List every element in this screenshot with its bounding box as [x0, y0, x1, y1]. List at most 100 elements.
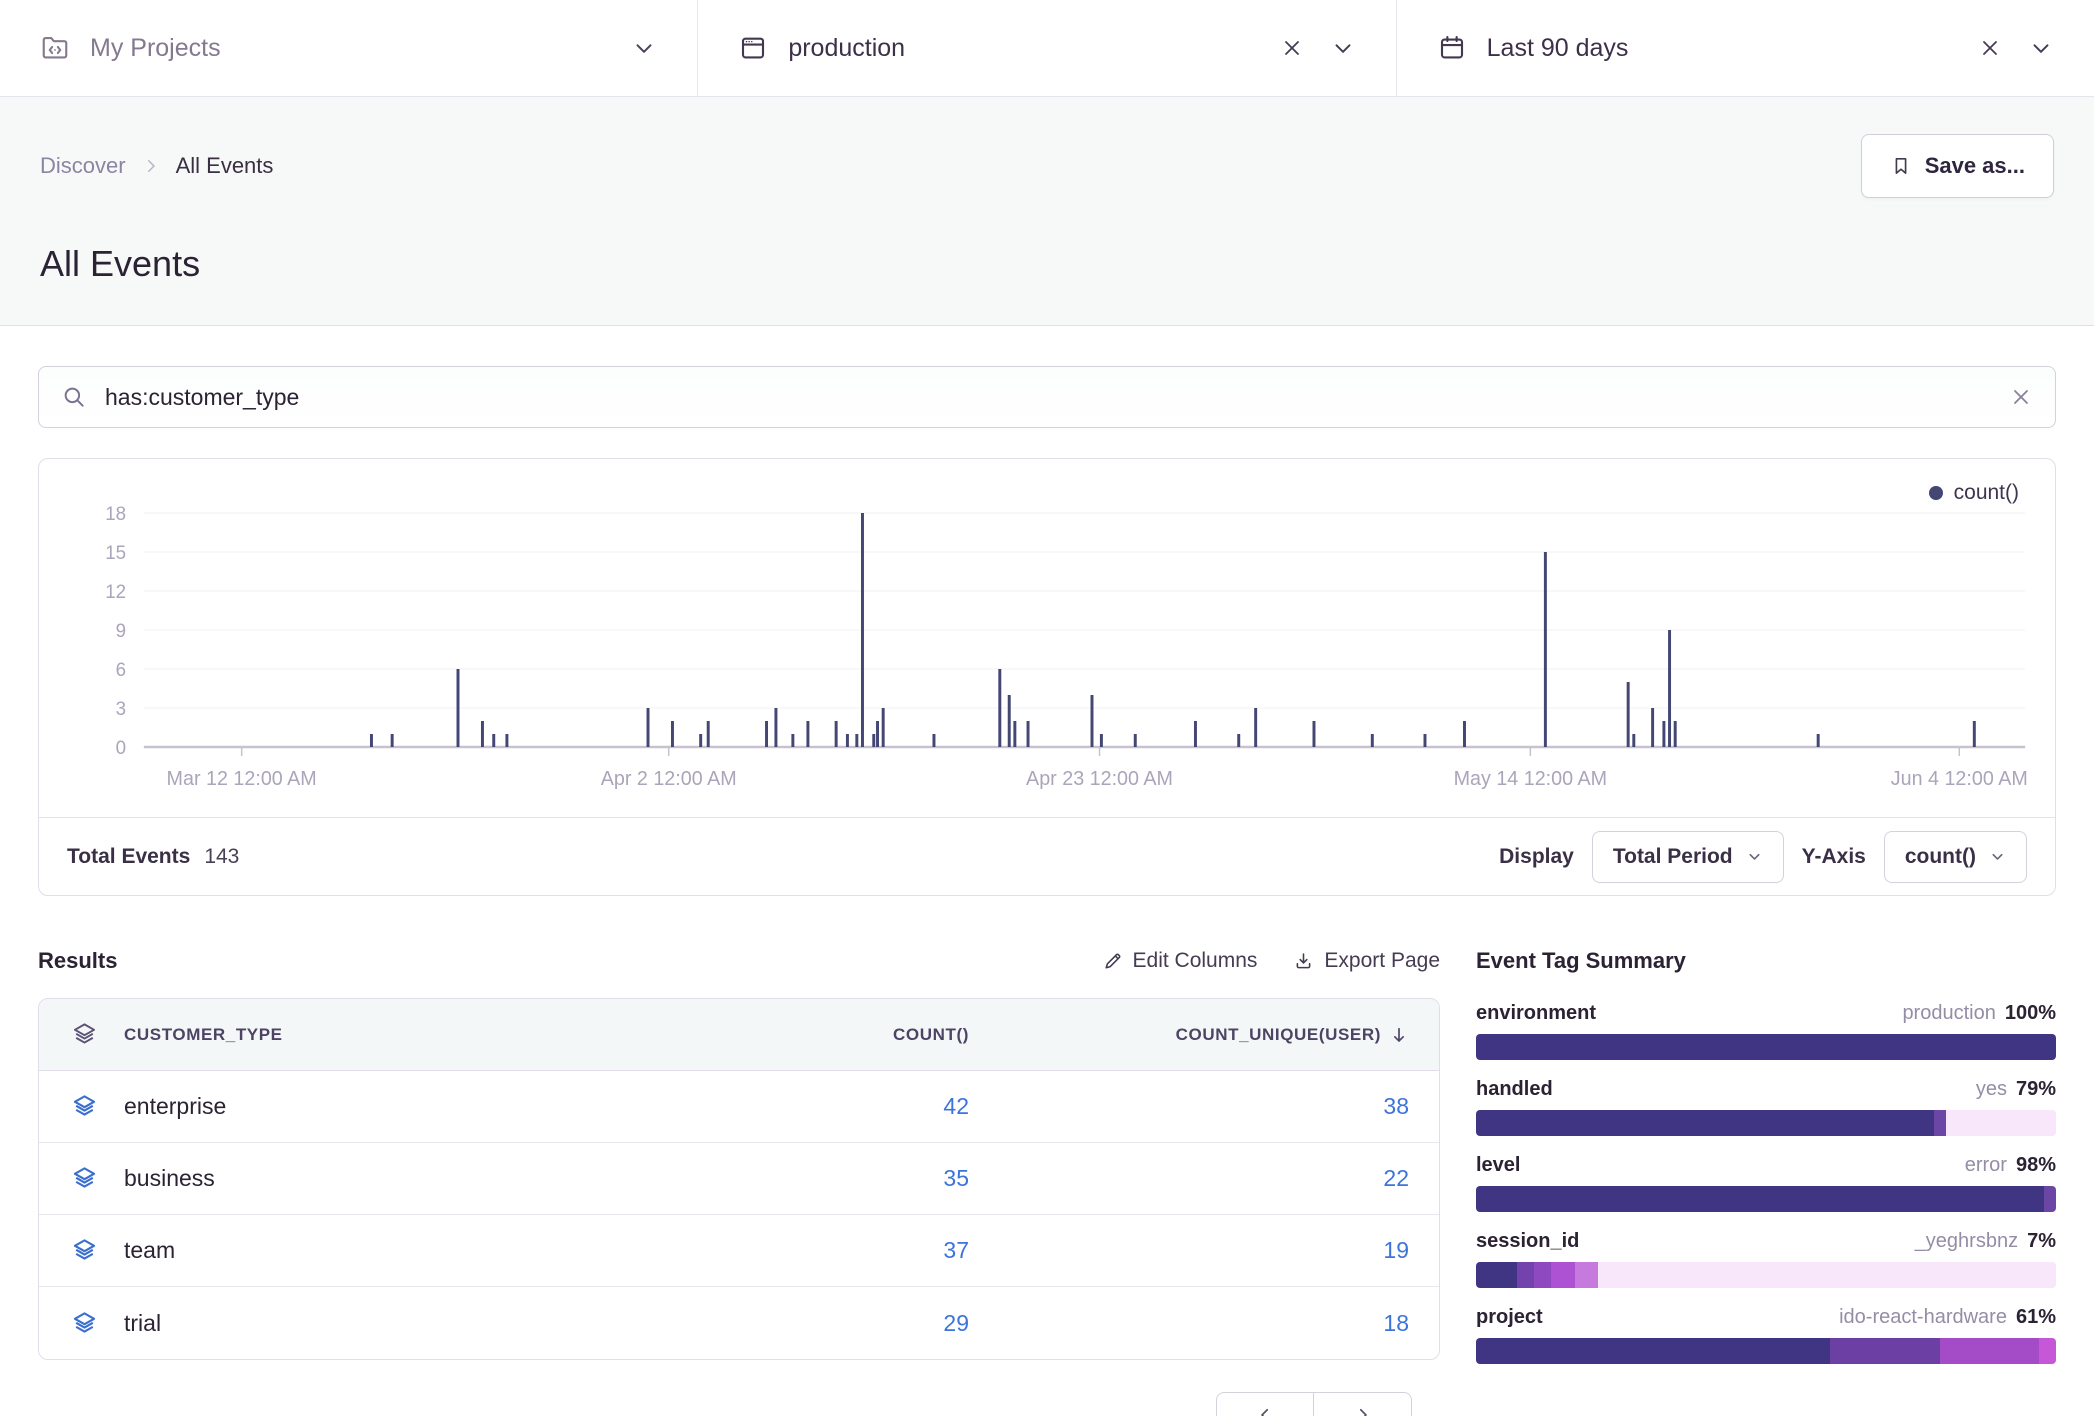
- table-row: trial 29 18: [39, 1287, 1439, 1359]
- count-unique-cell[interactable]: 22: [1383, 1165, 1409, 1192]
- total-events-value: 143: [204, 845, 239, 869]
- tag-bar-segment: [1534, 1262, 1551, 1288]
- save-as-button[interactable]: Save as...: [1861, 134, 2054, 198]
- save-as-label: Save as...: [1925, 153, 2025, 179]
- tag-name: session_id: [1476, 1230, 1579, 1253]
- customer-type-cell: trial: [124, 1310, 161, 1337]
- svg-text:15: 15: [105, 542, 126, 563]
- chevron-down-icon: [1989, 848, 2006, 865]
- bookmark-icon: [1890, 155, 1912, 177]
- count-cell[interactable]: 42: [943, 1093, 969, 1120]
- tag-distribution-bar[interactable]: [1476, 1186, 2056, 1212]
- count-unique-cell[interactable]: 18: [1383, 1310, 1409, 1337]
- tag-bar-segment: [2039, 1338, 2056, 1364]
- svg-text:May 14 12:00 AM: May 14 12:00 AM: [1454, 768, 1607, 790]
- chevron-down-icon[interactable]: [1330, 35, 1356, 61]
- chevron-down-icon: [1746, 848, 1763, 865]
- tag-group-handled: handled yes 79%: [1476, 1078, 2056, 1136]
- environment-selector-label: production: [788, 34, 905, 63]
- pagination: [38, 1392, 1440, 1416]
- chart-footer: Total Events 143 Display Total Period Y-…: [39, 817, 2055, 895]
- count-unique-cell[interactable]: 38: [1383, 1093, 1409, 1120]
- customer-type-cell: business: [124, 1165, 215, 1192]
- tag-group-session-id: session_id _yeghrsbnz 7%: [1476, 1230, 2056, 1288]
- environment-selector[interactable]: production: [698, 0, 1395, 96]
- tag-distribution-bar[interactable]: [1476, 1110, 2056, 1136]
- legend-series-dot: [1929, 486, 1943, 500]
- customer-type-cell: team: [124, 1237, 175, 1264]
- events-chart-card: count() 0369121518Mar 12 12:00 AMApr 2 1…: [38, 458, 2056, 896]
- results-heading: Results: [38, 948, 117, 974]
- tag-bar-remainder: [1598, 1262, 2056, 1288]
- display-dropdown-value: Total Period: [1613, 845, 1733, 869]
- column-header-customer-type[interactable]: CUSTOMER_TYPE: [124, 1025, 283, 1045]
- top-bar: My Projects production: [0, 0, 2094, 97]
- tag-name: environment: [1476, 1002, 1596, 1025]
- projects-folder-icon: [40, 33, 70, 63]
- tag-percent: 100%: [2005, 1002, 2056, 1025]
- pagination-next-button[interactable]: [1314, 1392, 1412, 1416]
- tag-bar-segment: [1517, 1262, 1534, 1288]
- export-page-label: Export Page: [1324, 949, 1440, 973]
- layers-icon: [71, 1165, 98, 1192]
- pencil-icon: [1102, 951, 1123, 972]
- tag-top-value: ido-react-hardware: [1839, 1306, 2007, 1329]
- tag-top-value: error: [1965, 1154, 2007, 1177]
- tag-bar-segment: [1476, 1186, 2044, 1212]
- count-cell[interactable]: 37: [943, 1237, 969, 1264]
- tag-bar-segment: [1476, 1338, 1830, 1364]
- tag-name: project: [1476, 1306, 1543, 1329]
- layers-icon: [71, 1237, 98, 1264]
- search-input[interactable]: [105, 384, 1991, 411]
- window-icon: [738, 33, 768, 63]
- yaxis-dropdown[interactable]: count(): [1884, 831, 2027, 883]
- table-row: business 35 22: [39, 1143, 1439, 1215]
- legend-series-label: count(): [1954, 481, 2019, 505]
- pagination-previous-button[interactable]: [1216, 1392, 1314, 1416]
- edit-columns-label: Edit Columns: [1133, 949, 1258, 973]
- page-title: All Events: [40, 243, 2054, 285]
- search-bar[interactable]: [38, 366, 2056, 428]
- tag-distribution-bar[interactable]: [1476, 1034, 2056, 1060]
- count-cell[interactable]: 35: [943, 1165, 969, 1192]
- close-icon[interactable]: [1978, 36, 2002, 60]
- column-header-count-unique-user[interactable]: COUNT_UNIQUE(USER): [1176, 1025, 1381, 1045]
- main-content: count() 0369121518Mar 12 12:00 AMApr 2 1…: [0, 366, 2094, 1416]
- breadcrumb-discover-link[interactable]: Discover: [40, 153, 126, 179]
- sort-desc-arrow-icon: [1389, 1025, 1409, 1045]
- count-unique-cell[interactable]: 19: [1383, 1237, 1409, 1264]
- event-tag-summary-heading: Event Tag Summary: [1476, 938, 2056, 984]
- export-page-button[interactable]: Export Page: [1293, 949, 1440, 973]
- daterange-selector[interactable]: Last 90 days: [1397, 0, 2094, 96]
- layers-icon: [71, 1093, 98, 1120]
- tag-percent: 98%: [2016, 1154, 2056, 1177]
- column-header-count[interactable]: COUNT(): [893, 1025, 969, 1045]
- svg-text:Apr 23 12:00 AM: Apr 23 12:00 AM: [1026, 768, 1173, 790]
- tag-percent: 7%: [2027, 1230, 2056, 1253]
- total-events-label: Total Events: [67, 845, 190, 869]
- tag-name: level: [1476, 1154, 1520, 1177]
- layers-icon: [71, 1310, 98, 1337]
- display-dropdown[interactable]: Total Period: [1592, 831, 1784, 883]
- tag-name: handled: [1476, 1078, 1553, 1101]
- event-tag-summary-panel: Event Tag Summary environment production…: [1476, 938, 2056, 1416]
- tag-group-project: project ido-react-hardware 61%: [1476, 1306, 2056, 1364]
- tag-bar-segment: [1476, 1034, 2056, 1060]
- close-icon[interactable]: [1280, 36, 1304, 60]
- search-icon: [61, 384, 87, 410]
- chart-canvas: 0369121518Mar 12 12:00 AMApr 2 12:00 AMA…: [61, 475, 2033, 815]
- chevron-down-icon[interactable]: [631, 35, 657, 61]
- clear-search-icon[interactable]: [2009, 385, 2033, 409]
- tag-distribution-bar[interactable]: [1476, 1338, 2056, 1364]
- events-chart[interactable]: count() 0369121518Mar 12 12:00 AMApr 2 1…: [39, 459, 2055, 817]
- yaxis-label: Y-Axis: [1802, 845, 1866, 869]
- svg-text:18: 18: [105, 503, 126, 524]
- count-cell[interactable]: 29: [943, 1310, 969, 1337]
- tag-bar-segment: [1551, 1262, 1574, 1288]
- svg-text:6: 6: [116, 659, 126, 680]
- tag-percent: 79%: [2016, 1078, 2056, 1101]
- tag-distribution-bar[interactable]: [1476, 1262, 2056, 1288]
- project-selector[interactable]: My Projects: [0, 0, 697, 96]
- edit-columns-button[interactable]: Edit Columns: [1102, 949, 1258, 973]
- chevron-down-icon[interactable]: [2028, 35, 2054, 61]
